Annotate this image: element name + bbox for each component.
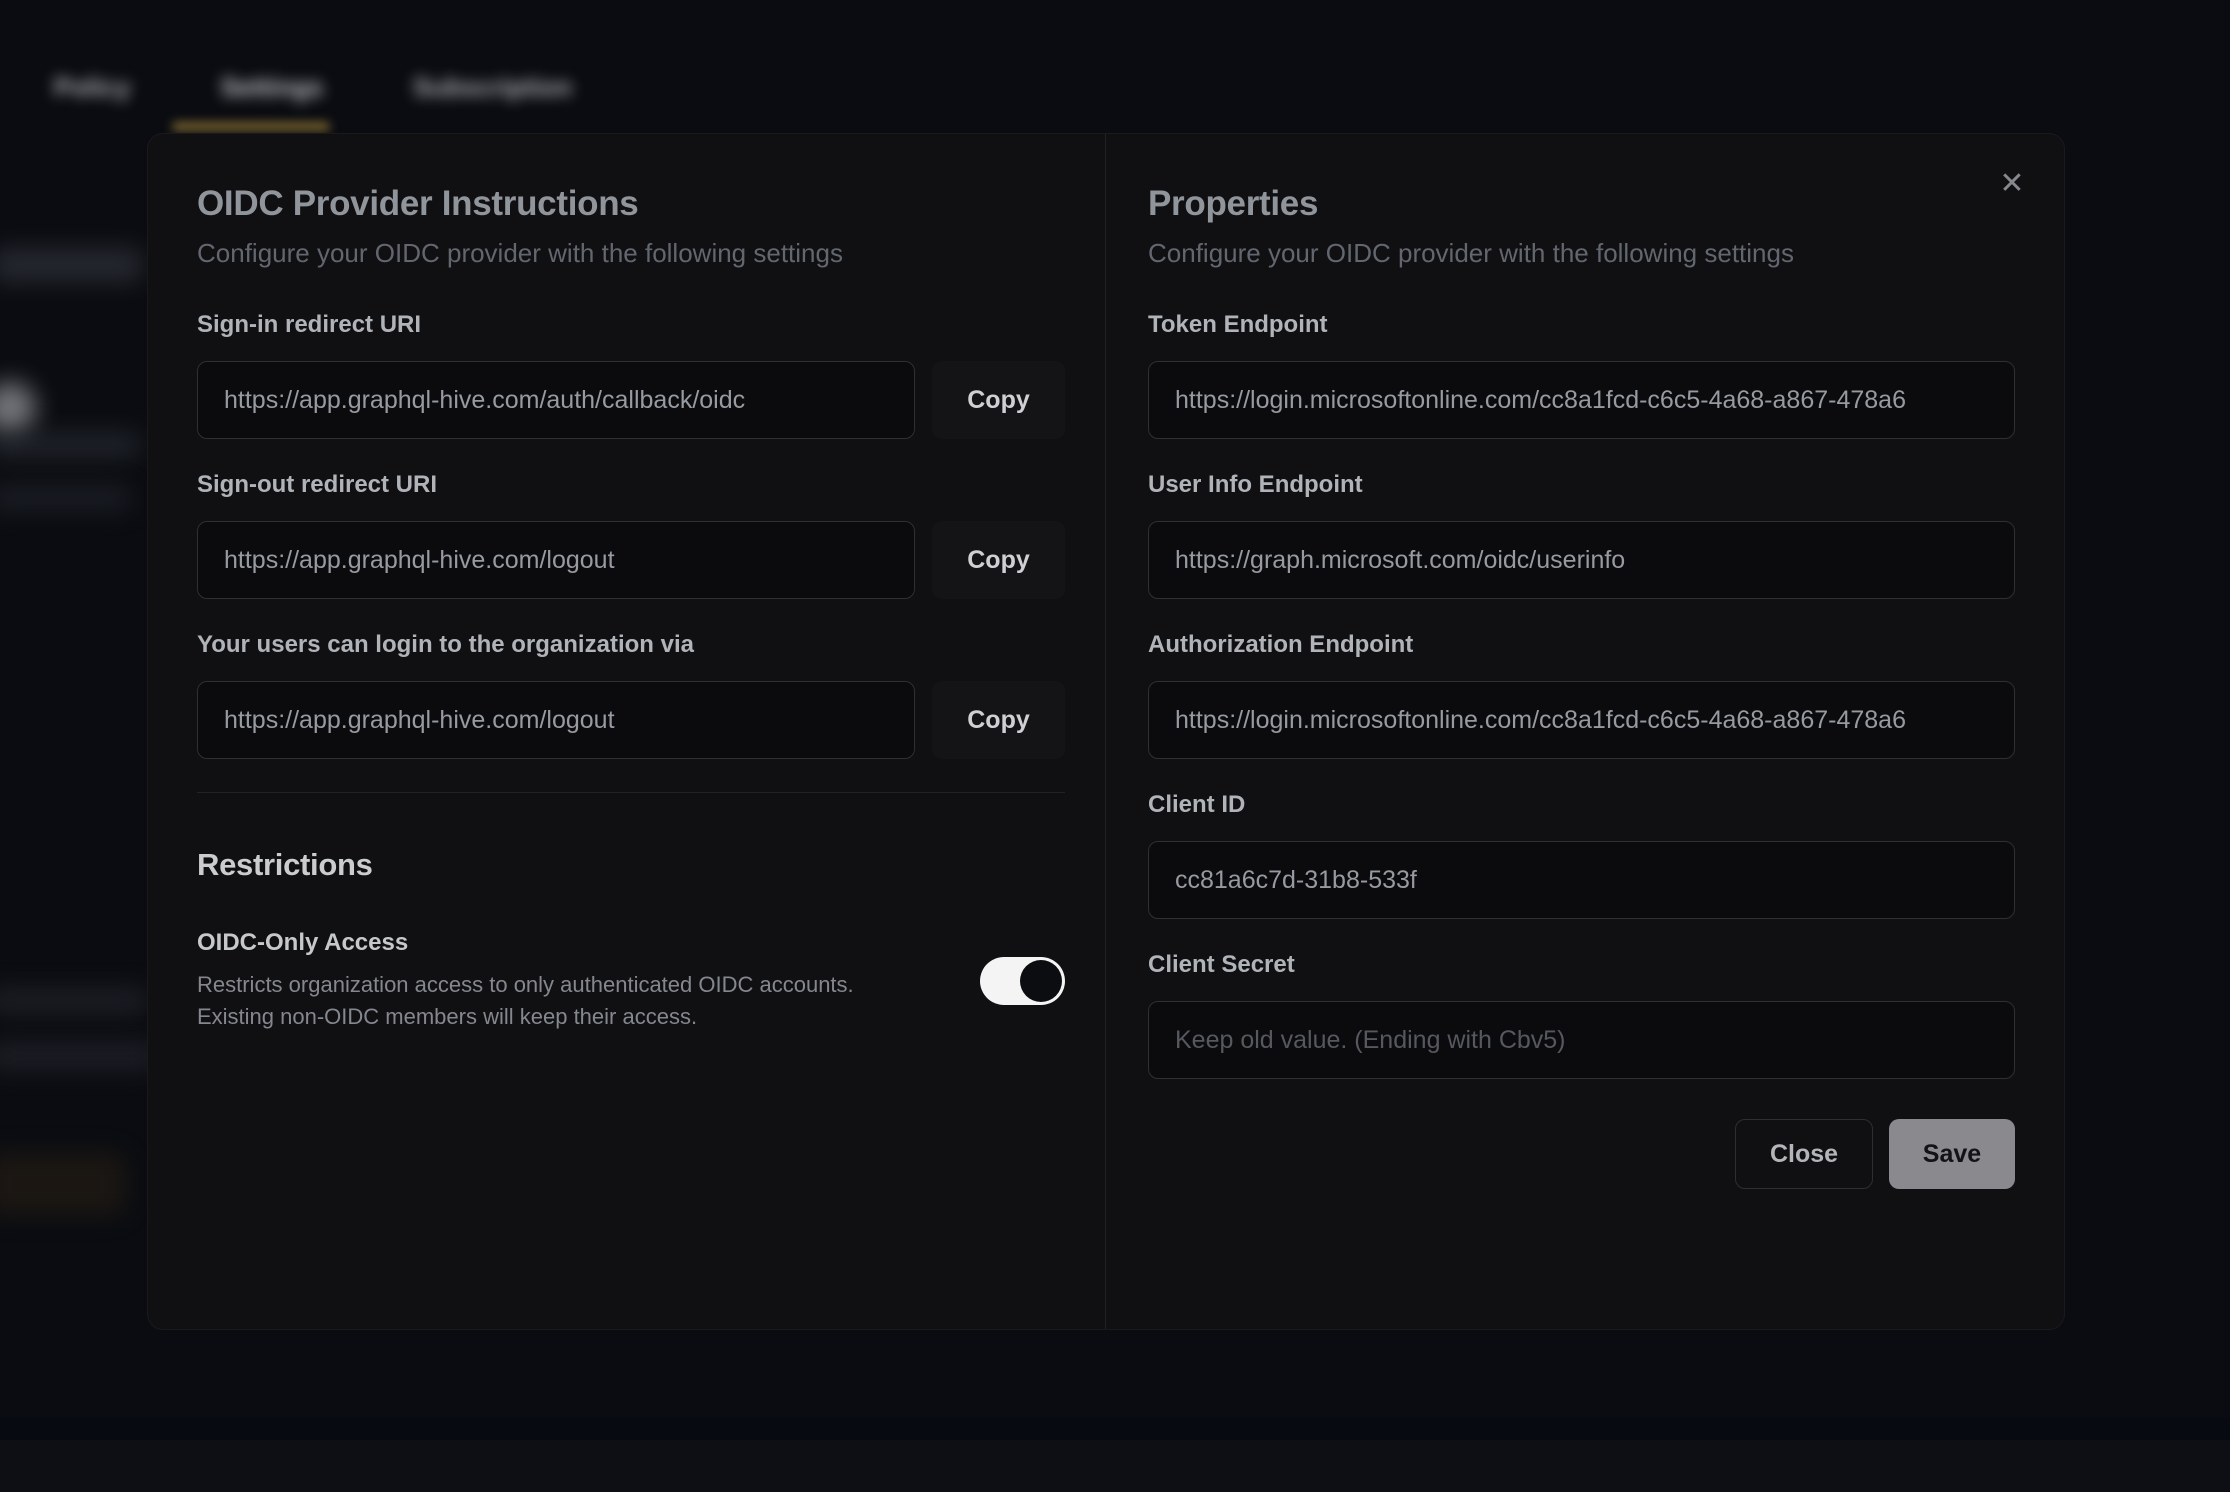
close-button[interactable]: Close	[1735, 1119, 1873, 1189]
restrictions-title: Restrictions	[197, 847, 1065, 883]
login-url-label: Your users can login to the organization…	[197, 631, 1065, 659]
save-button[interactable]: Save	[1889, 1119, 2015, 1189]
client-id-input[interactable]	[1148, 841, 2015, 919]
sign-in-redirect-label: Sign-in redirect URI	[197, 311, 1065, 339]
blurred-background-text	[0, 486, 130, 510]
sign-in-redirect-input[interactable]	[197, 361, 915, 439]
token-endpoint-input[interactable]	[1148, 361, 2015, 439]
blurred-background-text	[0, 1042, 158, 1070]
instructions-subtitle: Configure your OIDC provider with the fo…	[197, 238, 1065, 269]
login-url-input[interactable]	[197, 681, 915, 759]
oidc-settings-dialog: ✕ OIDC Provider Instructions Configure y…	[147, 133, 2065, 1330]
tab-subscription[interactable]: Subscription	[399, 62, 586, 113]
footer-area	[0, 1440, 2230, 1492]
client-secret-field: Client Secret	[1148, 951, 2015, 1079]
tab-policy[interactable]: Policy	[40, 62, 145, 113]
blurred-background-text	[0, 988, 148, 1014]
client-secret-input[interactable]	[1148, 1001, 2015, 1079]
footer-separator	[0, 1418, 2230, 1440]
sign-out-redirect-label: Sign-out redirect URI	[197, 471, 1065, 499]
user-info-endpoint-input[interactable]	[1148, 521, 2015, 599]
properties-subtitle: Configure your OIDC provider with the fo…	[1148, 238, 2015, 269]
active-tab-underline	[172, 122, 330, 131]
properties-panel: Properties Configure your OIDC provider …	[1106, 134, 2064, 1329]
description-line-2: Existing non-OIDC members will keep thei…	[197, 1001, 950, 1033]
sign-out-redirect-field: Sign-out redirect URI Copy	[197, 471, 1065, 599]
section-divider	[197, 792, 1065, 793]
toggle-thumb	[1020, 960, 1062, 1002]
client-secret-label: Client Secret	[1148, 951, 2015, 979]
blurred-background-button	[0, 1152, 126, 1216]
copy-login-url-button[interactable]: Copy	[932, 681, 1065, 759]
background-tab-bar: Policy Settings Subscription	[40, 62, 586, 113]
blurred-background-text	[0, 432, 140, 458]
authorization-endpoint-label: Authorization Endpoint	[1148, 631, 2015, 659]
instructions-title: OIDC Provider Instructions	[197, 184, 1065, 224]
token-endpoint-label: Token Endpoint	[1148, 311, 2015, 339]
oidc-only-access-description: Restricts organization access to only au…	[197, 969, 950, 1033]
dialog-actions: Close Save	[1148, 1119, 2015, 1189]
oidc-only-access-row: OIDC-Only Access Restricts organization …	[197, 929, 1065, 1033]
properties-title: Properties	[1148, 184, 2015, 224]
login-url-field: Your users can login to the organization…	[197, 631, 1065, 759]
authorization-endpoint-input[interactable]	[1148, 681, 2015, 759]
client-id-label: Client ID	[1148, 791, 2015, 819]
blurred-background-text	[0, 248, 142, 282]
user-info-endpoint-label: User Info Endpoint	[1148, 471, 2015, 499]
client-id-field: Client ID	[1148, 791, 2015, 919]
copy-sign-out-button[interactable]: Copy	[932, 521, 1065, 599]
token-endpoint-field: Token Endpoint	[1148, 311, 2015, 439]
copy-sign-in-button[interactable]: Copy	[932, 361, 1065, 439]
blurred-background-badge	[0, 382, 36, 434]
user-info-endpoint-field: User Info Endpoint	[1148, 471, 2015, 599]
oidc-instructions-panel: OIDC Provider Instructions Configure you…	[148, 134, 1106, 1329]
sign-in-redirect-field: Sign-in redirect URI Copy	[197, 311, 1065, 439]
oidc-only-access-label: OIDC-Only Access	[197, 929, 950, 957]
authorization-endpoint-field: Authorization Endpoint	[1148, 631, 2015, 759]
description-line-1: Restricts organization access to only au…	[197, 969, 950, 1001]
tab-settings[interactable]: Settings	[207, 62, 338, 113]
oidc-only-access-toggle[interactable]	[980, 957, 1065, 1005]
sign-out-redirect-input[interactable]	[197, 521, 915, 599]
